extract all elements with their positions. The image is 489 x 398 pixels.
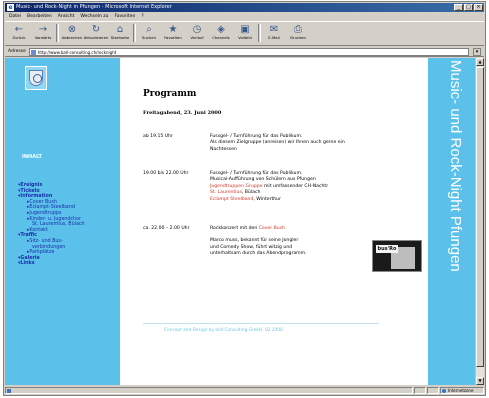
search-button[interactable]: ⌕ Suchen [138,22,160,45]
fullscreen-button[interactable]: ▣ Vollbild [234,22,256,45]
stop-button[interactable]: ⊗ Abbrechen [61,22,83,45]
channels-button[interactable]: ◈ Channels [210,22,232,45]
home-button[interactable]: ⌂ Startseite [109,22,131,45]
nav-links[interactable]: ▾Links [18,261,118,267]
browser-window: e Music- und Rock-Night in Pfungen - Mic… [3,1,486,396]
menu-help[interactable]: ? [141,13,143,21]
menu-favoriten[interactable]: Favoriten [115,13,136,21]
crest-icon [29,70,43,86]
fullscreen-icon: ▣ [240,24,250,35]
address-input[interactable]: http://www.ball-consulting.ch/rocknight [28,47,469,56]
history-button[interactable]: ◷ Verlauf [186,22,208,45]
history-icon: ◷ [192,24,202,35]
window-title: Music- und Rock-Night in Pfungen - Micro… [16,4,172,10]
scroll-thumb[interactable] [476,67,484,367]
security-zone: Internetzone [440,386,484,394]
footer-divider [143,323,379,324]
sidebar: INHALT ▾Ereignis ▾Tickets ▾Information ▸… [5,58,120,385]
ie-logo-icon: e [7,4,14,11]
page-done-icon [7,388,11,393]
entry-time: ca. 22.00 – 2.00 Uhr [143,226,190,231]
entry-description: Fussgel- / Turnführung für das Publikum.… [210,171,329,202]
print-icon: ⎙ [294,24,302,35]
vertical-scrollbar[interactable]: ▲ ▼ [475,58,484,385]
menu-datei[interactable]: Datei [9,13,21,21]
entry-time: 19.00 bis 22.00 Uhr [143,171,189,176]
menu-ansicht[interactable]: Ansicht [58,13,75,21]
title-bar: e Music- und Rock-Night in Pfungen - Mic… [5,3,484,12]
page-content: INHALT ▾Ereignis ▾Tickets ▾Information ▸… [5,58,484,385]
close-button[interactable]: × [474,4,483,11]
menu-bar: Datei Bearbeiten Ansicht Wechseln zu Fav… [5,13,484,21]
sidebar-nav: ▾Ereignis ▾Tickets ▾Information ▸Cover B… [18,183,118,267]
vertical-title-band: Music- und Rock-Night Pfungen ▲ ▼ [428,58,484,385]
scroll-down-button[interactable]: ▼ [476,377,484,385]
menu-bearbeiten[interactable]: Bearbeiten [27,13,52,21]
address-dropdown-button[interactable]: ▾ [473,47,481,56]
forward-arrow-icon: → [38,24,48,35]
status-bar: Internetzone [5,386,484,394]
link-st-laurentius[interactable]: St. Laurentius [210,190,242,195]
mail-button[interactable]: ✉ E-Mail [263,22,285,45]
window-controls: _ □ × [454,4,483,11]
photo-sign: bus'Ro [376,245,398,253]
status-cell [414,386,426,394]
status-cell [427,386,439,394]
logo [25,66,47,90]
channels-icon: ◈ [217,24,225,35]
toolbar-separator [56,24,59,42]
stop-icon: ⊗ [67,24,77,35]
home-icon: ⌂ [116,24,124,35]
address-bar: Adresse http://www.ball-consulting.ch/ro… [5,47,484,57]
event-date: Freitagabend, 23. Juni 2000 [143,110,222,116]
globe-icon [442,388,446,393]
entry-time: ab 19.15 Uhr [143,134,173,139]
entry-description: Fussgel- / Turnführung für das Publikum.… [210,134,345,152]
link-jugendtruppen[interactable]: Jugendtruppen Gruppe [210,184,263,189]
status-text [5,386,413,394]
print-button[interactable]: ⎙ Drucken [287,22,309,45]
link-steelband[interactable]: Eclampt Steelband [210,197,253,202]
address-label: Adresse [8,49,26,54]
entry-description: Rockkonzert mit den Cover Bush Marco mus… [210,226,307,257]
toolbar-separator [133,24,136,42]
vertical-title: Music- und Rock-Night Pfungen [447,60,464,272]
maximize-button[interactable]: □ [464,4,473,11]
minimize-button[interactable]: _ [454,4,463,11]
scroll-up-button[interactable]: ▲ [476,58,484,66]
page-icon [30,49,36,55]
favorites-icon: ★ [168,24,178,35]
toolbar-separator [258,24,261,42]
link-cover-bush[interactable]: Cover Bush [259,226,285,231]
address-url: http://www.ball-consulting.ch/rocknight [37,49,117,55]
refresh-button[interactable]: ↻ Aktualisieren [84,22,109,45]
refresh-icon: ↻ [91,24,101,35]
back-button[interactable]: ← Zurück [8,22,30,45]
menu-wechseln-zu[interactable]: Wechseln zu [80,13,108,21]
back-arrow-icon: ← [14,24,24,35]
favorites-button[interactable]: ★ Favoriten [162,22,184,45]
main-content: Programm Freitagabend, 23. Juni 2000 ab … [132,58,432,385]
mail-icon: ✉ [269,24,279,35]
forward-button[interactable]: → Vorwärts [32,22,54,45]
search-icon: ⌕ [146,24,152,35]
footer-credit: Concept and Design by ball Consulting Gm… [164,328,283,333]
page-title: Programm [143,89,197,99]
sidebar-heading: INHALT [22,154,42,160]
event-photo: bus'Ro [372,240,422,272]
toolbar: ← Zurück → Vorwärts ⊗ Abbrechen ↻ Aktualisie… [5,21,484,46]
